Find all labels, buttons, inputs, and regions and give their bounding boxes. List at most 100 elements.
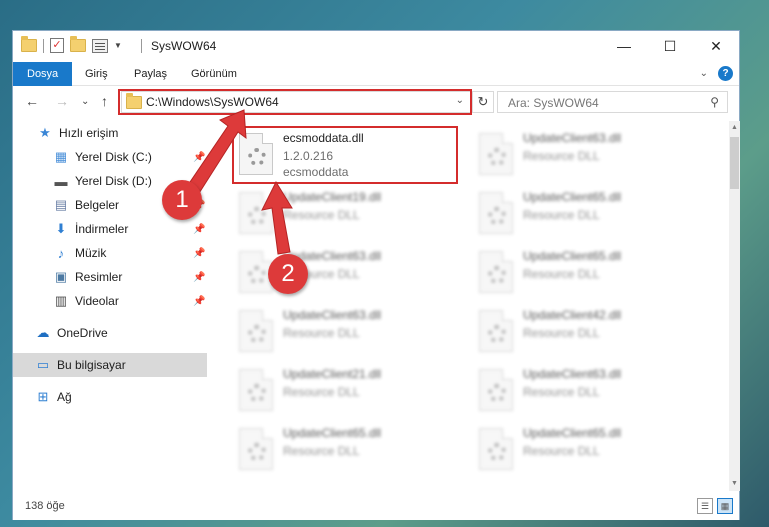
file-item[interactable]: UpdateClient63.dll Resource DLL — [473, 363, 693, 419]
file-name: UpdateClient65.dll — [523, 426, 622, 440]
navigation-pane: ★ Hızlı erişim ▦ Yerel Disk (C:) 📌 ▬ Yerel Dis… — [13, 121, 207, 491]
sidebar-item-label: Bu bilgisayar — [57, 358, 126, 372]
search-input[interactable]: Ara: SysWOW64 — [508, 96, 599, 110]
file-item[interactable]: UpdateClient65.dll Resource DLL — [473, 245, 693, 301]
sidebar-item-7[interactable]: ▥ Videolar 📌 — [13, 289, 207, 313]
details-view-icon[interactable]: ☰ — [697, 498, 713, 514]
back-button[interactable]: ← — [25, 93, 39, 109]
cloud-icon: ☁ — [36, 325, 50, 340]
file-description: Resource DLL — [523, 385, 600, 399]
file-item[interactable]: UpdateClient65.dll Resource DLL — [473, 186, 693, 242]
new-folder-icon[interactable] — [70, 36, 86, 52]
properties-check-icon[interactable]: ✓ — [50, 38, 64, 53]
up-button[interactable]: ↑ — [101, 93, 108, 109]
tab-home[interactable]: Giriş — [85, 62, 108, 86]
file-name: UpdateClient21.dll — [283, 367, 382, 381]
sidebar-item-label: OneDrive — [57, 326, 108, 340]
file-item[interactable]: UpdateClient65.dll Resource DLL — [233, 422, 453, 478]
tab-share[interactable]: Paylaş — [134, 62, 167, 86]
pin-icon[interactable]: 📌 — [193, 152, 205, 163]
file-description: Resource DLL — [523, 208, 600, 222]
properties-icon[interactable] — [92, 38, 108, 53]
folder-icon[interactable] — [21, 36, 37, 52]
sidebar-item-1[interactable]: ▦ Yerel Disk (C:) 📌 — [13, 145, 207, 169]
ribbon-tabs: Dosya Giriş Paylaş Görünüm ⌄ ? — [13, 62, 739, 86]
file-item[interactable]: UpdateClient21.dll Resource DLL — [233, 363, 453, 419]
windows-drive-icon: ▦ — [54, 149, 68, 164]
item-count: 138 öğe — [25, 500, 65, 512]
title-bar: ✓ ▼ SysWOW64 — ☐ ✕ — [13, 31, 739, 61]
sidebar-item-label: Resimler — [75, 270, 123, 284]
sidebar-item-label: İndirmeler — [75, 222, 129, 236]
close-button[interactable]: ✕ — [693, 31, 739, 61]
refresh-button[interactable]: ↻ — [472, 91, 494, 113]
dll-file-icon — [479, 369, 513, 411]
sidebar-item-10[interactable]: ⊞ Ağ — [13, 385, 207, 409]
file-description: Resource DLL — [283, 208, 360, 222]
gear-icon — [488, 207, 506, 225]
dll-file-icon — [479, 133, 513, 175]
network-icon: ⊞ — [37, 389, 49, 404]
sidebar-item-6[interactable]: ▣ Resimler 📌 — [13, 265, 207, 289]
maximize-button[interactable]: ☐ — [647, 31, 693, 61]
sidebar-item-0[interactable]: ★ Hızlı erişim — [13, 121, 207, 145]
dll-file-icon — [239, 310, 273, 352]
file-item[interactable]: UpdateClient63.dll Resource DLL — [233, 304, 453, 360]
pin-icon[interactable]: 📌 — [193, 248, 205, 259]
dll-file-icon — [239, 192, 273, 234]
sidebar-item-label: Müzik — [75, 246, 107, 260]
gear-icon — [248, 266, 266, 284]
pin-icon[interactable]: 📌 — [193, 272, 205, 283]
sidebar-item-label: Yerel Disk (C:) — [75, 150, 152, 164]
gear-icon — [248, 443, 266, 461]
title-divider — [141, 39, 142, 53]
expand-ribbon-icon[interactable]: ⌄ — [700, 68, 708, 79]
tab-file[interactable]: Dosya — [13, 62, 73, 86]
vertical-scrollbar[interactable]: ▲ ▼ — [729, 121, 740, 491]
status-bar: 138 öğe ☰ ▦ — [13, 493, 739, 520]
step-marker-2: 2 — [268, 254, 308, 294]
recent-locations-button[interactable]: ⌄ — [81, 96, 89, 107]
file-name: UpdateClient42.dll — [523, 308, 622, 322]
window-controls: — ☐ ✕ — [601, 31, 739, 61]
file-name: UpdateClient65.dll — [523, 249, 622, 263]
tab-view[interactable]: Görünüm — [191, 62, 237, 86]
pin-icon[interactable]: 📌 — [193, 296, 205, 307]
dll-file-icon — [479, 192, 513, 234]
help-icon[interactable]: ? — [718, 66, 733, 81]
file-item[interactable]: UpdateClient19.dll Resource DLL — [233, 186, 453, 242]
customize-dropdown-icon[interactable]: ▼ — [114, 41, 122, 50]
gear-icon — [488, 325, 506, 343]
sidebar-item-8[interactable]: ☁ OneDrive — [13, 321, 207, 345]
step-marker-1: 1 — [162, 180, 202, 220]
scroll-thumb[interactable] — [730, 137, 739, 189]
search-box[interactable]: Ara: SysWOW64 ⚲ — [497, 91, 728, 113]
file-description: Resource DLL — [283, 326, 360, 340]
quick-access-toolbar: ✓ ▼ — [21, 36, 122, 53]
music-icon: ♪ — [57, 245, 65, 261]
file-name: UpdateClient65.dll — [283, 426, 382, 440]
file-name: UpdateClient63.dll — [283, 308, 382, 322]
sidebar-item-4[interactable]: ⬇ İndirmeler 📌 — [13, 217, 207, 241]
file-name: UpdateClient63.dll — [523, 367, 622, 381]
gear-icon — [488, 443, 506, 461]
file-item[interactable]: UpdateClient65.dll Resource DLL — [473, 422, 693, 478]
gear-icon — [248, 207, 266, 225]
dll-file-icon — [239, 369, 273, 411]
file-item[interactable]: UpdateClient63.dll Resource DLL — [233, 245, 453, 301]
file-item[interactable]: UpdateClient42.dll Resource DLL — [473, 304, 693, 360]
sidebar-item-5[interactable]: ♪ Müzik 📌 — [13, 241, 207, 265]
scroll-up-icon[interactable]: ▲ — [729, 121, 740, 135]
minimize-button[interactable]: — — [601, 31, 647, 61]
gear-icon — [488, 148, 506, 166]
forward-button[interactable]: → — [55, 93, 69, 109]
file-name: UpdateClient63.dll — [523, 131, 622, 145]
sidebar-item-label: Belgeler — [75, 198, 120, 212]
file-item[interactable]: UpdateClient63.dll Resource DLL — [473, 127, 693, 183]
sidebar-item-9[interactable]: ▭ Bu bilgisayar — [13, 353, 207, 377]
tiles-view-icon[interactable]: ▦ — [717, 498, 733, 514]
scroll-down-icon[interactable]: ▼ — [729, 477, 740, 491]
star-icon: ★ — [39, 125, 51, 140]
pin-icon[interactable]: 📌 — [193, 224, 205, 235]
window-title: SysWOW64 — [151, 39, 217, 53]
